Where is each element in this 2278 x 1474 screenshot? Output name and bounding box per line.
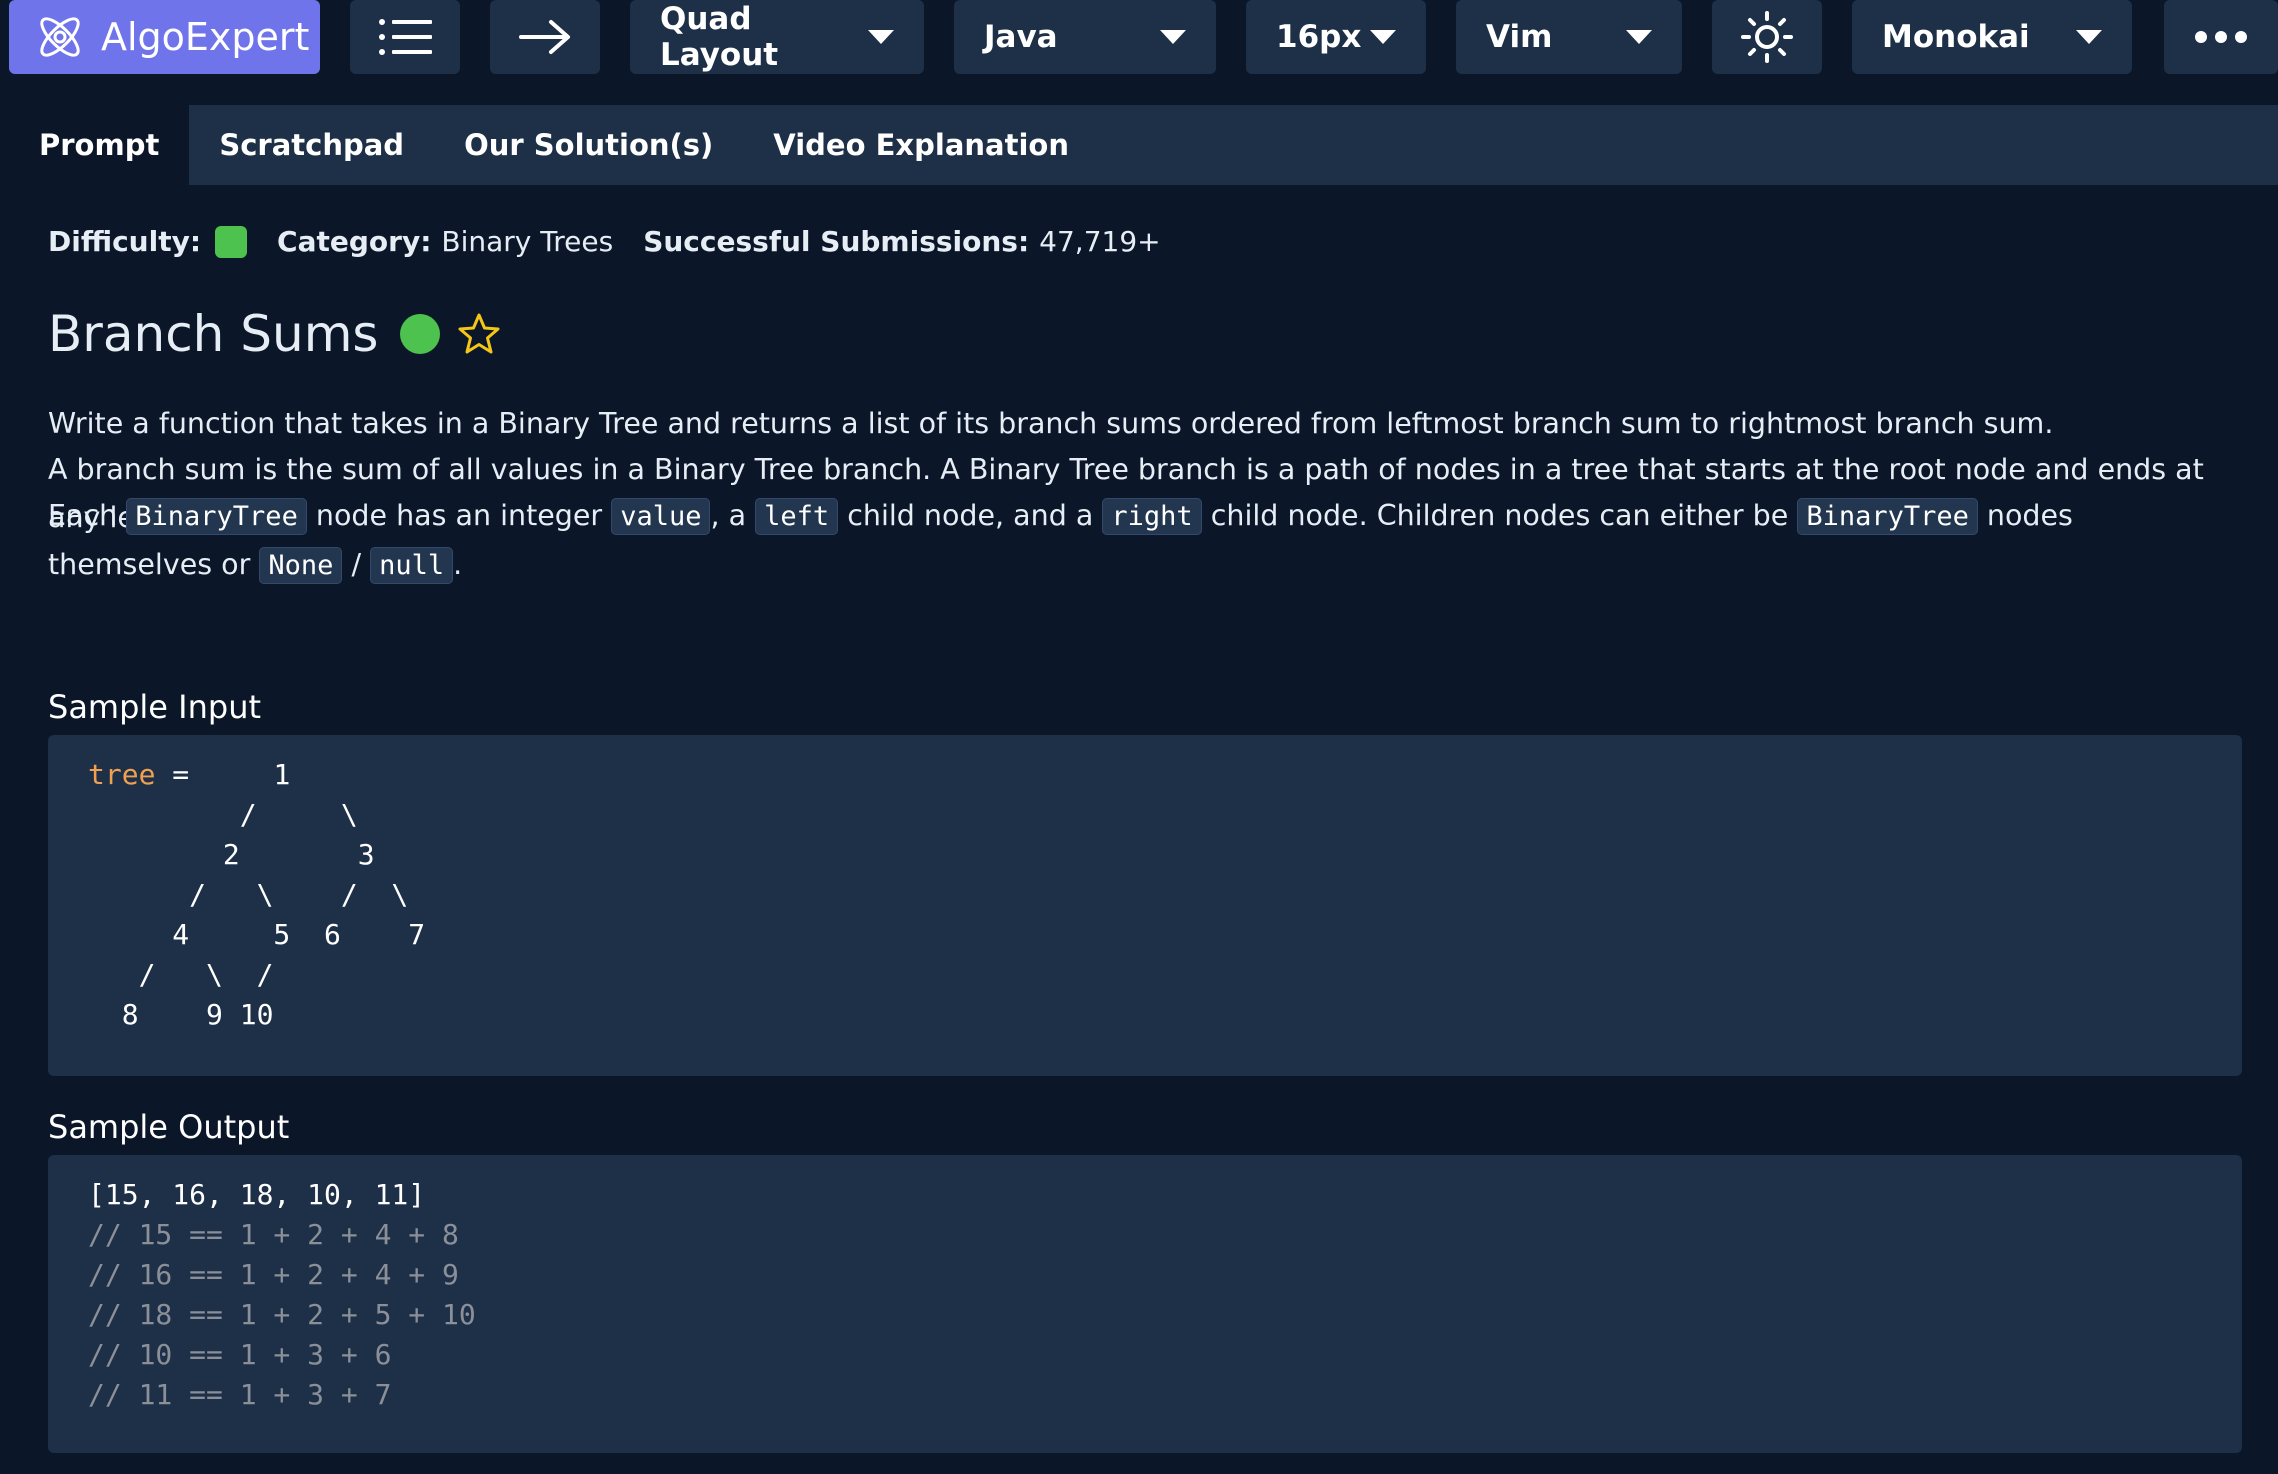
submissions-label: Successful Submissions: bbox=[643, 225, 1030, 258]
sample-output-code-block: [15, 16, 18, 10, 11] // 15 == 1 + 2 + 4 … bbox=[48, 1155, 2242, 1453]
language-dropdown-label: Java bbox=[984, 19, 1058, 55]
prompt-paragraph-1: Write a function that takes in a Binary … bbox=[48, 407, 2054, 440]
completed-status-icon bbox=[400, 314, 441, 354]
category-label: Category: bbox=[277, 225, 432, 258]
atom-logo-icon bbox=[40, 17, 80, 57]
difficulty-label: Difficulty: bbox=[48, 225, 202, 258]
tab-video-explanation[interactable]: Video Explanation bbox=[743, 105, 1099, 185]
inline-code: BinaryTree bbox=[1797, 498, 1978, 535]
tab-our-solutions[interactable]: Our Solution(s) bbox=[434, 105, 743, 185]
sample-output-heading: Sample Output bbox=[48, 1108, 290, 1146]
code-line: / \ / \ bbox=[88, 878, 409, 911]
code-comment: // 10 == 1 + 3 + 6 bbox=[88, 1338, 392, 1371]
inline-code: right bbox=[1102, 498, 1202, 535]
code-line: 8 9 10 bbox=[88, 998, 274, 1031]
chevron-down-icon bbox=[1160, 30, 1186, 44]
prompt-paragraph-3: Each BinaryTree node has an integer valu… bbox=[48, 492, 2228, 590]
inline-code: value bbox=[611, 498, 711, 535]
code-line: 4 5 6 7 bbox=[88, 918, 426, 951]
brand-name: AlgoExpert bbox=[101, 15, 310, 59]
tab-scratchpad[interactable]: Scratchpad bbox=[189, 105, 434, 185]
chevron-down-icon bbox=[2076, 30, 2102, 44]
theme-toggle-button[interactable] bbox=[1712, 0, 1822, 74]
code-line: 2 3 bbox=[88, 838, 375, 871]
sample-input-code: tree = 1 / \ 2 3 / \ / \ 4 5 6 7 / \ / 8… bbox=[88, 755, 425, 1035]
code-comment: // 18 == 1 + 2 + 5 + 10 bbox=[88, 1298, 476, 1331]
prompt-text: . bbox=[453, 548, 463, 581]
prompt-text: child node, and a bbox=[838, 499, 1103, 532]
layout-dropdown[interactable]: Quad Layout bbox=[630, 0, 924, 74]
content-tabs: Prompt Scratchpad Our Solution(s) Video … bbox=[9, 105, 2278, 185]
sun-icon bbox=[1741, 11, 1793, 63]
chevron-down-icon bbox=[1370, 30, 1396, 44]
code-line: = 1 bbox=[155, 758, 291, 791]
prompt-text: Each bbox=[48, 499, 127, 532]
inline-code: null bbox=[370, 547, 454, 584]
algoexpert-logo-button[interactable]: AlgoExpert bbox=[9, 0, 320, 74]
layout-dropdown-label: Quad Layout bbox=[660, 1, 779, 73]
inline-code: BinaryTree bbox=[126, 498, 307, 535]
code-comment: // 16 == 1 + 2 + 4 + 9 bbox=[88, 1258, 459, 1291]
submissions-value: 47,719+ bbox=[1039, 225, 1161, 258]
sample-input-heading: Sample Input bbox=[48, 688, 262, 726]
prompt-text: / bbox=[342, 548, 371, 581]
sample-output-code: [15, 16, 18, 10, 11] // 15 == 1 + 2 + 4 … bbox=[88, 1175, 476, 1415]
prompt-text: , a bbox=[710, 499, 756, 532]
difficulty-easy-indicator bbox=[215, 225, 248, 258]
star-icon[interactable] bbox=[456, 311, 502, 357]
tab-prompt[interactable]: Prompt bbox=[9, 105, 190, 185]
font-size-dropdown-label: 16px bbox=[1276, 19, 1362, 55]
more-options-button[interactable] bbox=[2164, 0, 2278, 74]
editor-theme-dropdown[interactable]: Monokai bbox=[1852, 0, 2132, 74]
prompt-text: node has an integer bbox=[306, 499, 612, 532]
chevron-down-icon bbox=[1626, 30, 1652, 44]
problem-list-button[interactable] bbox=[350, 0, 460, 74]
problem-meta: Difficulty: Category: Binary Trees Succe… bbox=[48, 225, 1161, 258]
prompt-text: child node. Children nodes can either be bbox=[1201, 499, 1798, 532]
more-dots-icon bbox=[2195, 31, 2247, 43]
code-line: / \ bbox=[88, 798, 358, 831]
problem-title-row: Branch Sums bbox=[48, 305, 502, 363]
code-comment: // 11 == 1 + 3 + 7 bbox=[88, 1378, 392, 1411]
chevron-down-icon bbox=[868, 30, 894, 44]
next-question-button[interactable] bbox=[490, 0, 600, 74]
top-toolbar: AlgoExpert Quad Layout Java 16px Vim Mon… bbox=[0, 0, 2278, 100]
inline-code: left bbox=[755, 498, 839, 535]
code-comment: // 15 == 1 + 2 + 4 + 8 bbox=[88, 1218, 459, 1251]
language-dropdown[interactable]: Java bbox=[954, 0, 1216, 74]
category-value: Binary Trees bbox=[441, 225, 614, 258]
problem-title: Branch Sums bbox=[48, 305, 379, 363]
code-line: / \ / bbox=[88, 958, 274, 991]
editor-theme-dropdown-label: Monokai bbox=[1882, 19, 2030, 55]
code-line: [15, 16, 18, 10, 11] bbox=[88, 1178, 426, 1211]
font-size-dropdown[interactable]: 16px bbox=[1246, 0, 1426, 74]
sample-input-code-block: tree = 1 / \ 2 3 / \ / \ 4 5 6 7 / \ / 8… bbox=[48, 735, 2242, 1076]
keymap-dropdown-label: Vim bbox=[1486, 19, 1553, 55]
arrow-right-icon bbox=[519, 20, 570, 54]
list-icon bbox=[379, 19, 432, 55]
code-variable: tree bbox=[88, 758, 156, 791]
keymap-dropdown[interactable]: Vim bbox=[1456, 0, 1682, 74]
inline-code: None bbox=[259, 547, 343, 584]
